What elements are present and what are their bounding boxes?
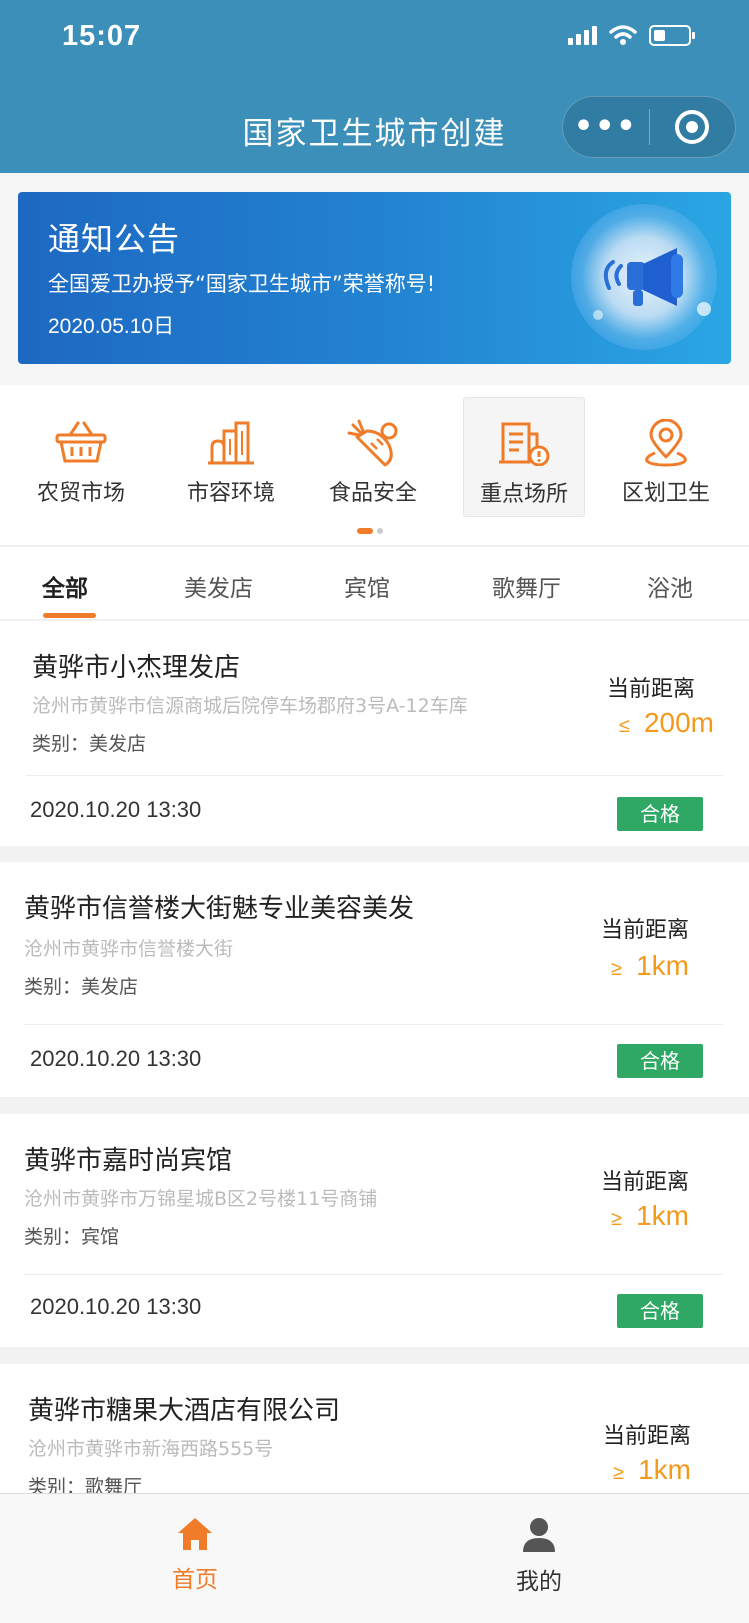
filter-tabs: 全部 美发店 宾馆 歌舞厅 浴池 — [0, 546, 749, 620]
page-dot — [377, 528, 383, 534]
distance-label: 当前距离 — [602, 1424, 691, 1449]
inspection-time: 2020.10.20 13:30 — [30, 1046, 202, 1071]
category-environment[interactable]: 市容环境 — [170, 397, 292, 517]
tab-ktv[interactable]: 歌舞厅 — [492, 569, 561, 603]
banner-message: 全国爱卫办授予“国家卫生城市”荣誉称号! — [48, 272, 436, 296]
buildings-icon — [208, 421, 254, 465]
status-time: 15:07 — [62, 20, 142, 52]
location-pin-icon — [645, 418, 687, 467]
mini-program-capsule: ••• — [562, 96, 736, 158]
bottom-tab-bar: 首页 我的 — [0, 1493, 749, 1623]
tab-mine[interactable]: 我的 — [489, 1516, 589, 1596]
basket-icon — [55, 421, 107, 463]
venue-address: 沧州市黄骅市新海西路555号 — [28, 1438, 274, 1460]
megaphone-icon — [571, 204, 717, 350]
category-label: 重点场所 — [479, 482, 568, 507]
list-item[interactable]: 黄骅市糖果大酒店有限公司 沧州市黄骅市新海西路555号 类别：歌舞厅 当前距离 … — [0, 1364, 749, 1493]
distance-amount: 1km — [636, 1200, 689, 1231]
divider — [26, 775, 723, 776]
distance-operator: ≤ — [618, 715, 630, 737]
header: 15:07 国家卫生城市创建 ••• — [0, 0, 749, 173]
tab-home-label: 首页 — [172, 1567, 218, 1593]
venue-name: 黄骅市信誉楼大街魅专业美容美发 — [24, 894, 415, 924]
tab-home[interactable]: 首页 — [145, 1516, 245, 1594]
user-icon — [523, 1518, 555, 1552]
category-food-safety[interactable]: 食品安全 — [312, 397, 434, 517]
tab-all[interactable]: 全部 — [42, 569, 88, 603]
category-district[interactable]: 区划卫生 — [605, 397, 727, 517]
category-label: 市容环境 — [186, 481, 275, 506]
divider — [24, 1024, 723, 1025]
tab-indicator — [43, 613, 96, 618]
category-label: 食品安全 — [328, 481, 417, 506]
battery-icon — [649, 24, 695, 46]
inspection-time: 2020.10.20 13:30 — [30, 1294, 202, 1319]
target-icon — [675, 110, 710, 144]
tab-hotel[interactable]: 宾馆 — [344, 569, 390, 603]
distance-amount: 1km — [638, 1454, 691, 1485]
vegetables-icon — [347, 419, 398, 467]
category-market[interactable]: 农贸市场 — [20, 397, 142, 517]
divider — [24, 1274, 723, 1275]
category-grid: 农贸市场 市容环境 食品安全 重点场所 区划卫生 — [0, 385, 749, 545]
page-dot-active — [357, 528, 373, 534]
list-item[interactable]: 黄骅市小杰理发店 沧州市黄骅市信源商城后院停车场郡府3号A-12车库 类别：美发… — [0, 621, 749, 846]
page-indicator — [357, 528, 383, 534]
list-item[interactable]: 黄骅市信誉楼大街魅专业美容美发 沧州市黄骅市信誉楼大街 类别：美发店 当前距离 … — [0, 862, 749, 1097]
inspection-time: 2020.10.20 13:30 — [30, 797, 202, 822]
notice-banner[interactable]: 通知公告 全国爱卫办授予“国家卫生城市”荣誉称号! 2020.05.10日 — [18, 192, 731, 364]
venue-name: 黄骅市糖果大酒店有限公司 — [28, 1396, 341, 1426]
distance-value: ≥1km — [613, 1454, 691, 1486]
status-badge: 合格 — [617, 797, 703, 831]
venue-category: 类别：美发店 — [32, 733, 147, 755]
venue-name: 黄骅市小杰理发店 — [32, 653, 241, 683]
tab-bathhouse[interactable]: 浴池 — [647, 569, 693, 603]
distance-amount: 200m — [643, 707, 714, 738]
category-key-venues[interactable]: 重点场所 — [463, 397, 585, 517]
banner-date: 2020.05.10日 — [48, 315, 175, 338]
venue-address: 沧州市黄骅市万锦星城B区2号楼11号商铺 — [24, 1188, 378, 1210]
building-alert-icon — [499, 422, 550, 467]
venue-address: 沧州市黄骅市信誉楼大街 — [24, 938, 234, 960]
status-badge: 合格 — [617, 1294, 703, 1328]
venue-address: 沧州市黄骅市信源商城后院停车场郡府3号A-12车库 — [32, 695, 468, 717]
venue-category: 类别：宾馆 — [24, 1226, 120, 1248]
tab-mine-label: 我的 — [516, 1569, 562, 1595]
banner-section: 通知公告 全国爱卫办授予“国家卫生城市”荣誉称号! 2020.05.10日 — [0, 173, 749, 385]
status-icons — [568, 24, 695, 46]
signal-icon — [568, 25, 597, 45]
venue-category: 类别：美发店 — [24, 976, 139, 998]
distance-operator: ≥ — [611, 1208, 623, 1230]
decor-dot — [593, 310, 603, 320]
wifi-icon — [609, 25, 637, 45]
distance-operator: ≥ — [611, 958, 623, 980]
venue-name: 黄骅市嘉时尚宾馆 — [24, 1146, 233, 1176]
close-program-button[interactable] — [650, 110, 736, 144]
distance-value: ≥1km — [611, 1200, 689, 1232]
venue-category: 类别：歌舞厅 — [28, 1476, 143, 1493]
distance-label: 当前距离 — [600, 918, 689, 943]
distance-label: 当前距离 — [600, 1170, 689, 1195]
category-label: 区划卫生 — [621, 481, 710, 506]
category-label: 农贸市场 — [36, 481, 125, 506]
status-badge: 合格 — [617, 1044, 703, 1078]
distance-label: 当前距离 — [606, 677, 695, 702]
more-menu-button[interactable]: ••• — [563, 97, 649, 157]
distance-value: ≥1km — [611, 950, 689, 982]
tab-hair-salon[interactable]: 美发店 — [184, 569, 253, 603]
home-icon — [178, 1518, 212, 1550]
distance-operator: ≥ — [613, 1462, 625, 1484]
distance-amount: 1km — [636, 950, 689, 981]
banner-title: 通知公告 — [48, 220, 181, 258]
list-item[interactable]: 黄骅市嘉时尚宾馆 沧州市黄骅市万锦星城B区2号楼11号商铺 类别：宾馆 当前距离… — [0, 1114, 749, 1347]
distance-value: ≤200m — [619, 707, 714, 739]
decor-dot — [697, 302, 711, 316]
